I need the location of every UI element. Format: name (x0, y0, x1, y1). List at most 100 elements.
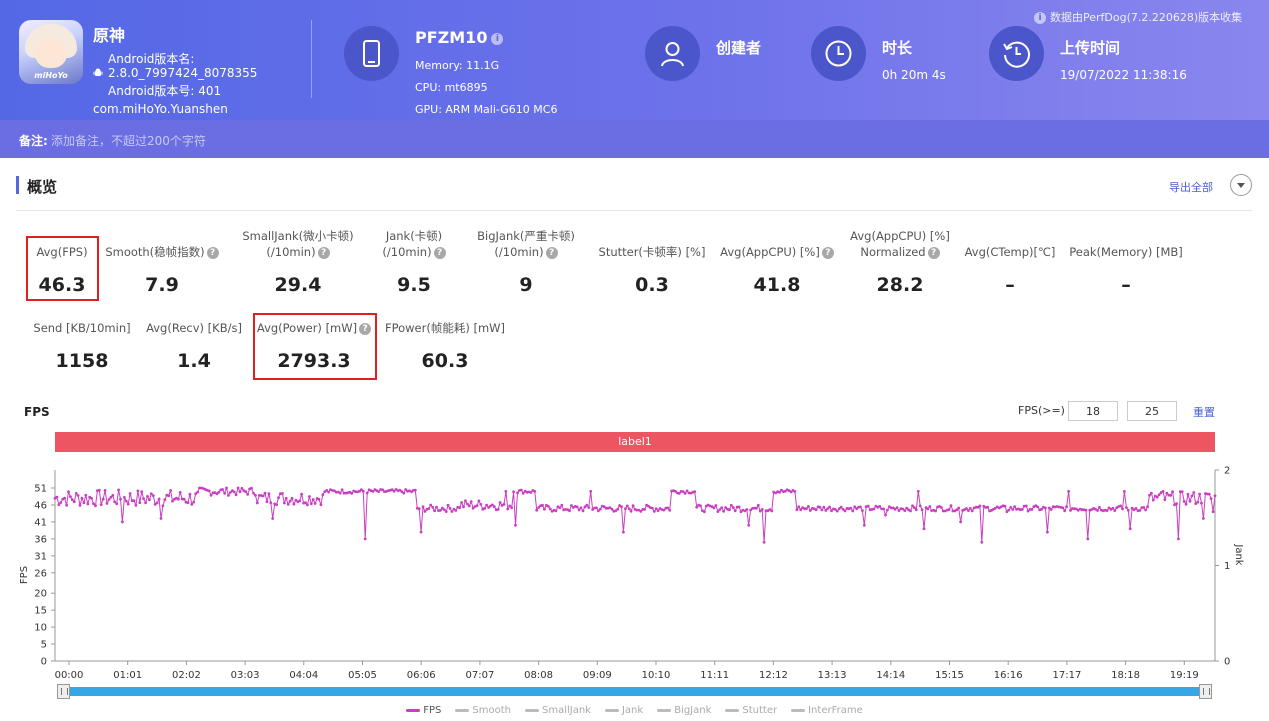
fps-point (263, 491, 267, 495)
metric-label-text: Avg(AppCPU) [%] (720, 245, 820, 259)
metric-label: Avg(Recv) [KB/s] (124, 320, 264, 336)
fps-point (254, 493, 257, 497)
fps-point (916, 490, 920, 493)
legend-item-interframe[interactable]: InterFrame (791, 705, 863, 716)
fps-point (795, 508, 799, 512)
label-band[interactable]: label1 (55, 432, 1215, 452)
fps-point (423, 510, 427, 513)
fps-point (313, 502, 317, 505)
fps-point (548, 507, 552, 511)
metric-row2-3: FPower(帧能耗) [mW] 60.3 (375, 320, 515, 380)
reset-button[interactable]: 重置 (1193, 404, 1215, 420)
fps-point (300, 492, 303, 496)
x-tick-label: 04:04 (289, 670, 318, 680)
fps-point (745, 508, 749, 511)
fps-point (595, 506, 598, 510)
fps-point (483, 507, 487, 510)
fps-point (142, 497, 146, 501)
fps-point (190, 503, 194, 506)
fps-point (1151, 498, 1155, 502)
metric-value: 60.3 (421, 350, 469, 372)
fps-chart[interactable]: 0510152026313641465101200:00 01:01 02:02 03… (0, 455, 1269, 681)
fps-point (161, 504, 165, 508)
metric-label-text: Peak(Memory) [MB] (1069, 245, 1183, 259)
fps-point (467, 504, 471, 508)
fps-point (1209, 497, 1213, 500)
slider-handle-right[interactable] (1199, 684, 1212, 699)
legend-item-smooth[interactable]: Smooth (455, 705, 511, 716)
metric-label-top (92, 228, 232, 244)
help-icon[interactable]: ? (545, 246, 558, 259)
legend-item-stutter[interactable]: Stutter (725, 705, 777, 716)
fps-point (1123, 490, 1126, 493)
fps-point (281, 492, 284, 495)
fps-point (306, 503, 309, 507)
fps-point (86, 502, 90, 506)
fps-point (886, 508, 889, 512)
remark-input[interactable]: 添加备注，不超过200个字符 (51, 132, 206, 149)
android-icon (93, 68, 103, 76)
fps-point (506, 507, 510, 511)
help-icon[interactable]: ? (433, 246, 446, 259)
y-tick-label: 10 (34, 623, 47, 634)
fps-point (105, 502, 109, 505)
fps-point (90, 497, 93, 500)
metric-value: – (1121, 274, 1131, 296)
fps-point (485, 503, 488, 507)
fps-point (1165, 491, 1169, 495)
metric-label-top (1056, 228, 1196, 244)
fps-point (965, 507, 968, 510)
remark-label: 备注: (19, 134, 48, 148)
legend-swatch (791, 708, 806, 712)
fps-point (338, 491, 342, 495)
fps-point (363, 537, 367, 541)
upload-icon-circle (989, 26, 1044, 81)
slider-handle-left[interactable] (57, 684, 70, 699)
legend-item-bigjank[interactable]: BigJank (657, 705, 711, 716)
time-range-slider[interactable] (57, 687, 1212, 696)
metric-5: Stutter(卡顿率) [%] 0.3 (582, 228, 722, 298)
fps-point (450, 510, 454, 513)
duration-icon-circle (811, 26, 866, 81)
fps-point (477, 499, 481, 503)
fps-threshold-high-input[interactable] (1127, 401, 1177, 421)
fps-point (290, 496, 294, 500)
fps-point (519, 488, 523, 492)
fps-point (433, 509, 436, 513)
fps-point (492, 505, 496, 509)
x-tick-label: 12:12 (759, 670, 788, 680)
collapse-toggle-button[interactable] (1230, 174, 1252, 196)
legend-item-jank[interactable]: Jank (604, 705, 644, 716)
help-icon[interactable]: ? (927, 246, 940, 259)
fps-point (949, 504, 953, 507)
fps-threshold-low-input[interactable] (1068, 401, 1118, 421)
help-icon[interactable]: ? (206, 246, 219, 259)
metric-value: 0.3 (635, 274, 669, 296)
legend-item-smalljank[interactable]: SmallJank (524, 705, 591, 716)
fps-point (132, 499, 136, 503)
fps-point (431, 505, 435, 509)
fps-point (1105, 509, 1109, 512)
legend-label: Stutter (742, 705, 778, 716)
fps-point (1125, 506, 1128, 509)
legend-label: Jank (621, 705, 644, 716)
duration-value: 0h 20m 4s (882, 68, 946, 82)
metric-label-text: Stutter(卡顿率) [%] (598, 245, 706, 259)
upload-title: 上传时间 (1060, 39, 1121, 57)
fps-point (462, 505, 465, 509)
help-icon[interactable]: ? (317, 246, 330, 259)
fps-point (693, 490, 697, 494)
fps-point (587, 506, 591, 509)
package-name: com.miHoYo.Yuanshen (93, 102, 228, 116)
fps-point (620, 505, 623, 508)
app-name: 原神 (93, 26, 126, 45)
y-tick-label: 0 (41, 657, 47, 668)
fps-point (119, 497, 122, 501)
fps-point (80, 496, 84, 500)
device-gpu: GPU: ARM Mali-G610 MC6 (415, 103, 558, 116)
fps-point (581, 509, 585, 513)
fps-point (427, 507, 431, 510)
legend-item-fps[interactable]: FPS (406, 705, 441, 716)
export-all-button[interactable]: 导出全部 (1169, 179, 1213, 195)
device-info-icon[interactable]: i (491, 32, 504, 45)
